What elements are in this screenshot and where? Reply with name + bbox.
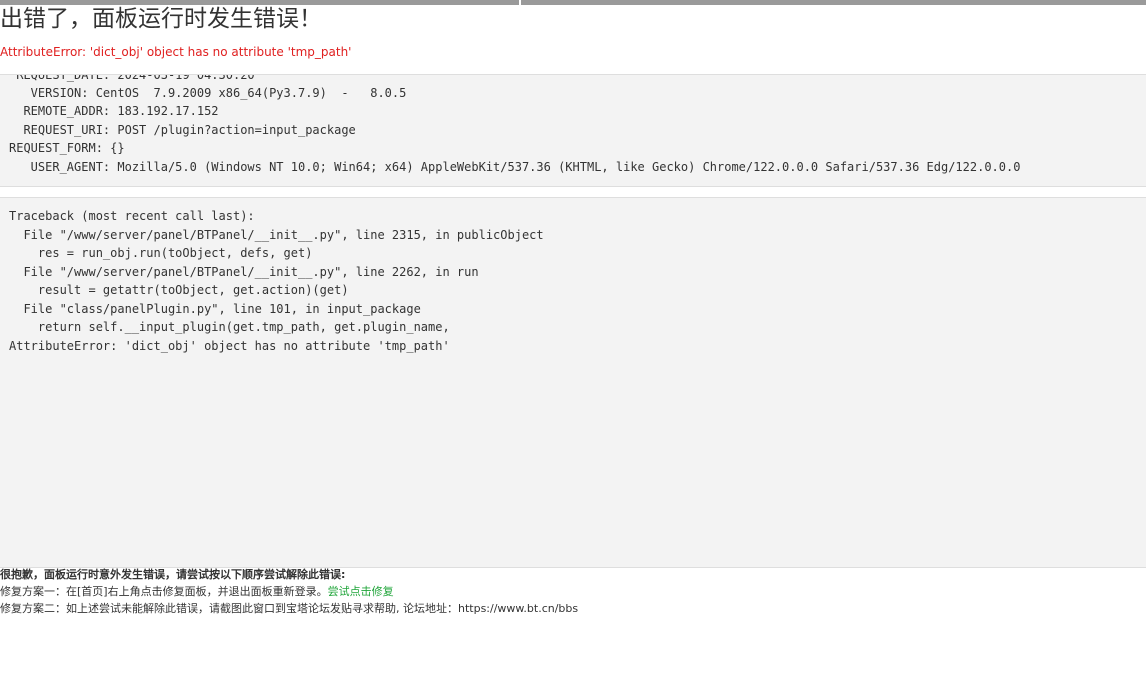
fix-option-two: 修复方案二：如上述尝试未能解除此错误，请截图此窗口到宝塔论坛发贴寻求帮助, 论坛… [0,602,579,615]
request-uri-line: REQUEST_URI: POST /plugin?action=input_p… [9,123,356,137]
remote-addr-line: REMOTE_ADDR: 183.192.17.152 [9,104,219,118]
traceback-line: File "class/panelPlugin.py", line 101, i… [9,302,421,316]
fix-option-one: 修复方案一：在[首页]右上角点击修复面板，并退出面板重新登录。尝试点击修复 [0,583,394,600]
request-form-line: REQUEST_FORM: {} [9,141,125,155]
error-title: 出错了，面板运行时发生错误！ [0,6,322,32]
error-message: AttributeError: 'dict_obj' object has no… [0,45,352,59]
traceback-line: res = run_obj.run(toObject, defs, get) [9,246,313,260]
request-date-line: REQUEST_DATE: 2024-03-19 04:30:20 [9,74,255,82]
request-info-panel: REQUEST_DATE: 2024-03-19 04:30:20 VERSIO… [0,74,1146,187]
traceback-line: File "/www/server/panel/BTPanel/__init__… [9,265,479,279]
traceback-line: File "/www/server/panel/BTPanel/__init__… [9,228,544,242]
top-bar-segment-right [521,0,1146,5]
traceback-line: result = getattr(toObject, get.action)(g… [9,283,349,297]
traceback-line: AttributeError: 'dict_obj' object has no… [9,339,450,353]
help-heading: 很抱歉，面板运行时意外发生错误，请尝试按以下顺序尝试解除此错误: [0,568,346,581]
repair-link[interactable]: 尝试点击修复 [328,585,394,598]
traceback-line: return self.__input_plugin(get.tmp_path,… [9,320,450,334]
traceback-line: Traceback (most recent call last): [9,209,255,223]
traceback-panel: Traceback (most recent call last): File … [0,197,1146,568]
user-agent-line: USER_AGENT: Mozilla/5.0 (Windows NT 10.0… [9,160,1021,174]
fix-option-one-text: 修复方案一：在[首页]右上角点击修复面板，并退出面板重新登录。 [0,585,328,598]
version-line: VERSION: CentOS 7.9.2009 x86_64(Py3.7.9)… [9,86,407,100]
